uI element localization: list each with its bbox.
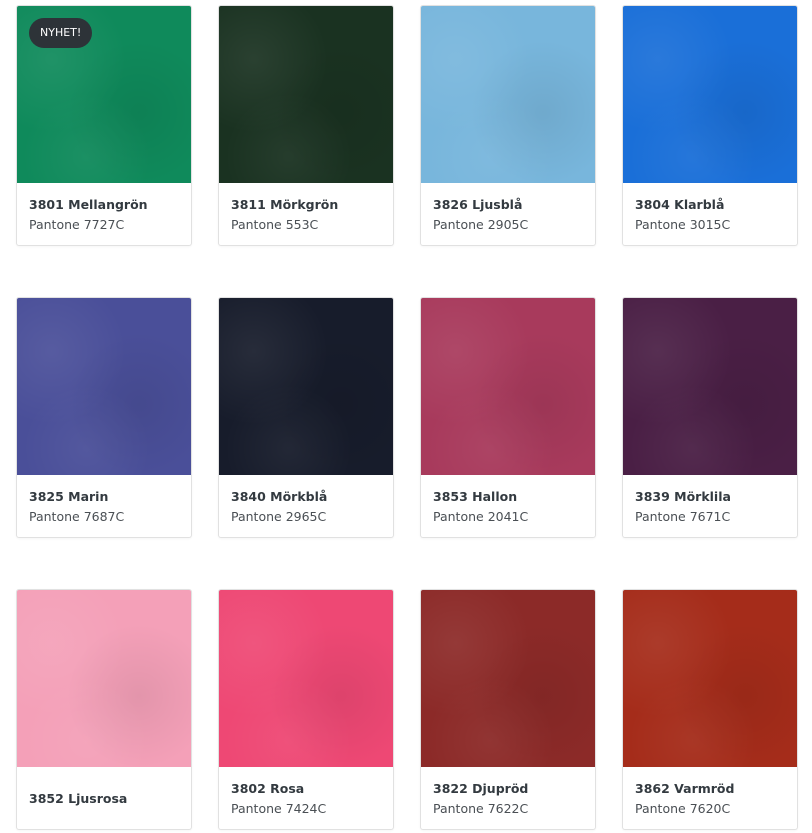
product-name[interactable]: 3826 Ljusblå bbox=[433, 197, 583, 213]
product-swatch-image[interactable] bbox=[219, 298, 393, 475]
product-card[interactable]: 3822 Djupröd Pantone 7622C bbox=[420, 589, 596, 830]
product-name[interactable]: 3839 Mörklila bbox=[635, 489, 785, 505]
product-pantone: Pantone 7622C bbox=[433, 801, 529, 816]
product-swatch-image[interactable] bbox=[623, 298, 797, 475]
product-pantone: Pantone 7727C bbox=[29, 217, 125, 232]
product-name[interactable]: 3862 Varmröd bbox=[635, 781, 785, 797]
product-grid: NYHET! 3801 Mellangrön Pantone 7727C 381… bbox=[0, 0, 812, 833]
product-name[interactable]: 3801 Mellangrön bbox=[29, 197, 179, 213]
product-card[interactable]: 3852 Ljusrosa bbox=[16, 589, 192, 830]
product-card[interactable]: 3825 Marin Pantone 7687C bbox=[16, 297, 192, 538]
product-pantone: Pantone 2905C bbox=[433, 217, 529, 232]
product-swatch-image[interactable] bbox=[421, 298, 595, 475]
product-swatch-image[interactable] bbox=[17, 590, 191, 767]
product-card[interactable]: 3804 Klarblå Pantone 3015C bbox=[622, 5, 798, 246]
product-swatch-image[interactable] bbox=[17, 298, 191, 475]
product-pantone: Pantone 7620C bbox=[635, 801, 731, 816]
product-card[interactable]: 3811 Mörkgrön Pantone 553C bbox=[218, 5, 394, 246]
product-name[interactable]: 3811 Mörkgrön bbox=[231, 197, 381, 213]
product-pantone: Pantone 2965C bbox=[231, 509, 327, 524]
product-card[interactable]: 3853 Hallon Pantone 2041C bbox=[420, 297, 596, 538]
product-pantone: Pantone 7424C bbox=[231, 801, 327, 816]
product-name[interactable]: 3804 Klarblå bbox=[635, 197, 785, 213]
product-pantone: Pantone 7687C bbox=[29, 509, 125, 524]
product-swatch-image[interactable] bbox=[219, 6, 393, 183]
product-pantone: Pantone 553C bbox=[231, 217, 319, 232]
product-name[interactable]: 3852 Ljusrosa bbox=[29, 791, 179, 807]
product-name[interactable]: 3840 Mörkblå bbox=[231, 489, 381, 505]
product-pantone: Pantone 3015C bbox=[635, 217, 731, 232]
product-swatch-image[interactable] bbox=[623, 6, 797, 183]
product-swatch-image[interactable] bbox=[623, 590, 797, 767]
product-pantone: Pantone 7671C bbox=[635, 509, 731, 524]
product-card[interactable]: NYHET! 3801 Mellangrön Pantone 7727C bbox=[16, 5, 192, 246]
product-card[interactable]: 3839 Mörklila Pantone 7671C bbox=[622, 297, 798, 538]
product-pantone: Pantone 2041C bbox=[433, 509, 529, 524]
product-card[interactable]: 3840 Mörkblå Pantone 2965C bbox=[218, 297, 394, 538]
product-name[interactable]: 3853 Hallon bbox=[433, 489, 583, 505]
product-card[interactable]: 3802 Rosa Pantone 7424C bbox=[218, 589, 394, 830]
product-card[interactable]: 3826 Ljusblå Pantone 2905C bbox=[420, 5, 596, 246]
product-card[interactable]: 3862 Varmröd Pantone 7620C bbox=[622, 589, 798, 830]
new-badge: NYHET! bbox=[29, 18, 93, 48]
product-name[interactable]: 3802 Rosa bbox=[231, 781, 381, 797]
product-name[interactable]: 3822 Djupröd bbox=[433, 781, 583, 797]
product-swatch-image[interactable] bbox=[421, 590, 595, 767]
product-swatch-image[interactable]: NYHET! bbox=[17, 6, 191, 183]
product-name[interactable]: 3825 Marin bbox=[29, 489, 179, 505]
product-swatch-image[interactable] bbox=[219, 590, 393, 767]
product-swatch-image[interactable] bbox=[421, 6, 595, 183]
